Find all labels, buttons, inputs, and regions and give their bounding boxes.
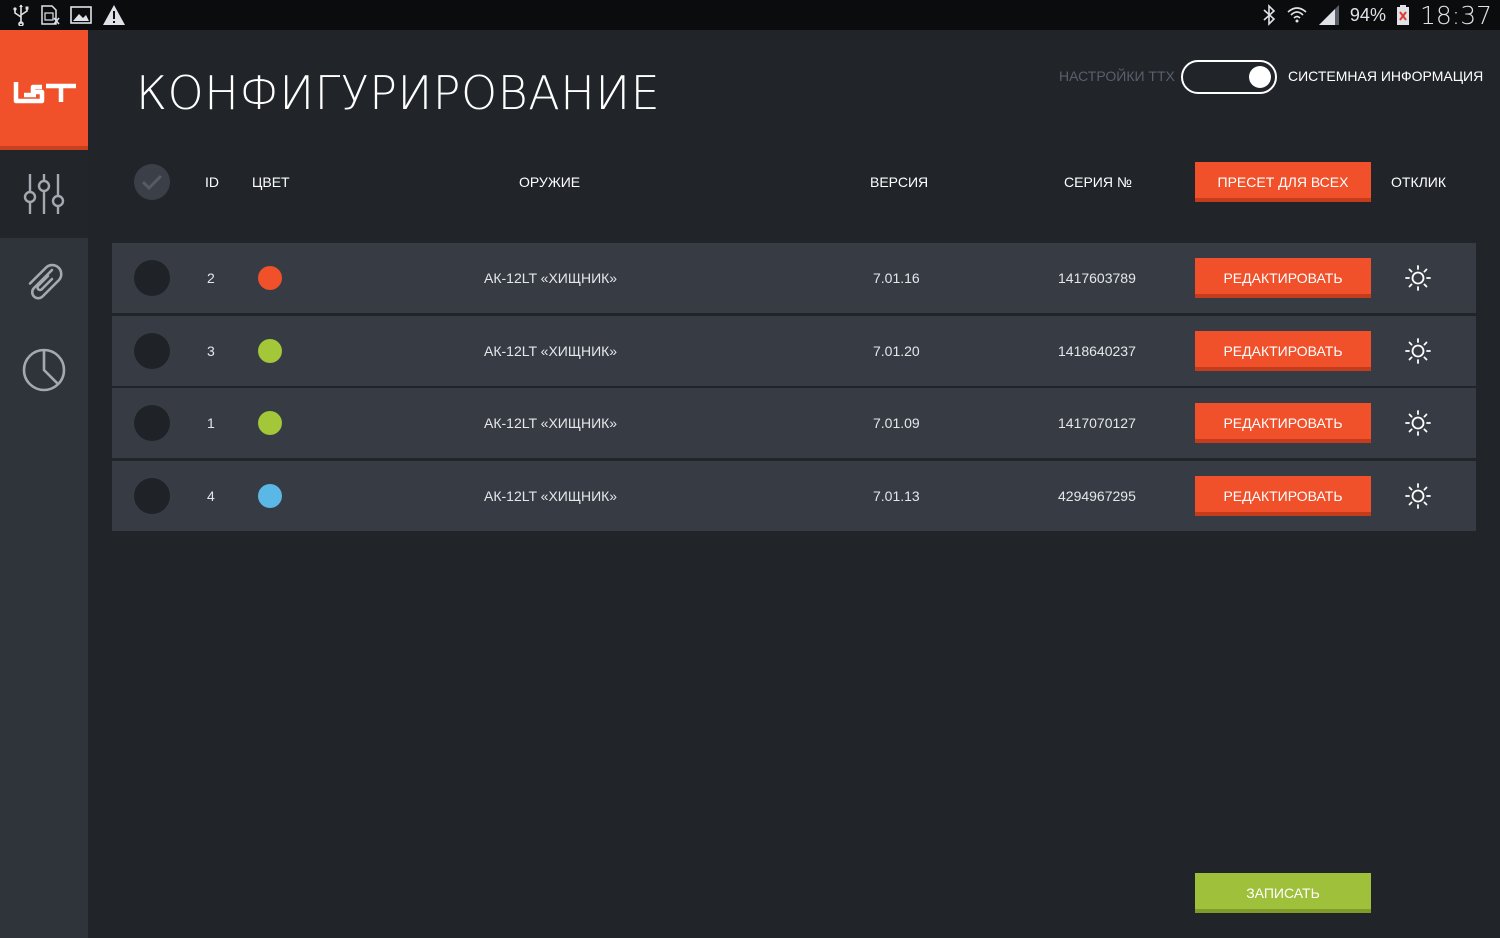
column-header-serial: СЕРИЯ № <box>1064 174 1132 190</box>
battery-percentage: 94% <box>1349 4 1386 25</box>
app-logo[interactable] <box>0 30 88 146</box>
wifi-icon <box>1287 7 1307 23</box>
column-header-response: ОТКЛИК <box>1391 174 1447 190</box>
edit-button[interactable]: РЕДАКТИРОВАТЬ <box>1195 258 1371 298</box>
row-weapon: АК-12LT «ХИЩНИК» <box>484 415 618 431</box>
sun-icon[interactable] <box>1405 483 1431 509</box>
row-color-swatch <box>258 484 282 508</box>
logo-icon <box>13 82 76 104</box>
sun-icon[interactable] <box>1405 265 1431 291</box>
status-bar-notifications <box>12 3 126 27</box>
signal-icon <box>1318 5 1339 25</box>
row-color-swatch <box>258 266 282 290</box>
row-weapon: АК-12LT «ХИЩНИК» <box>484 270 618 286</box>
row-serial: 1417070127 <box>1058 415 1136 431</box>
table-row: 4 АК-12LT «ХИЩНИК» 7.01.13 4294967295 РЕ… <box>112 461 1476 531</box>
mode-label-ttx-settings[interactable]: НАСТРОЙКИ ТТХ <box>1059 68 1175 84</box>
toggle-knob <box>1249 66 1271 88</box>
row-color-swatch <box>258 411 282 435</box>
row-id: 4 <box>207 488 215 504</box>
row-version: 7.01.13 <box>873 488 920 504</box>
row-weapon: АК-12LT «ХИЩНИК» <box>484 343 618 359</box>
select-all-checkbox[interactable] <box>134 164 170 200</box>
page-title: КОНФИГУРИРОВАНИЕ <box>136 66 661 120</box>
preset-for-all-button[interactable]: ПРЕСЕТ ДЛЯ ВСЕХ <box>1195 162 1371 202</box>
paperclip-icon <box>28 263 63 300</box>
column-header-id: ID <box>205 174 219 190</box>
sidebar-item-configuration[interactable] <box>0 150 88 238</box>
battery-icon <box>1396 5 1409 25</box>
column-header-version: ВЕРСИЯ <box>870 174 929 190</box>
table-row: 2 АК-12LT «ХИЩНИК» 7.01.16 1417603789 РЕ… <box>112 243 1476 313</box>
sun-icon[interactable] <box>1405 338 1431 364</box>
mode-label-system-info[interactable]: СИСТЕМНАЯ ИНФОРМАЦИЯ <box>1288 68 1483 84</box>
edit-button[interactable]: РЕДАКТИРОВАТЬ <box>1195 403 1371 443</box>
edit-button[interactable]: РЕДАКТИРОВАТЬ <box>1195 476 1371 516</box>
table-row: 1 АК-12LT «ХИЩНИК» 7.01.09 1417070127 РЕ… <box>112 388 1476 458</box>
mode-toggle[interactable] <box>1181 60 1277 94</box>
column-header-weapon: ОРУЖИЕ <box>519 174 581 190</box>
row-checkbox[interactable] <box>134 333 170 369</box>
clock: 18:37 <box>1419 0 1492 30</box>
row-serial: 1417603789 <box>1058 270 1136 286</box>
row-checkbox[interactable] <box>134 260 170 296</box>
image-icon <box>70 6 92 24</box>
row-id: 2 <box>207 270 215 286</box>
row-id: 1 <box>207 415 215 431</box>
check-icon <box>141 174 163 191</box>
write-button[interactable]: ЗАПИСАТЬ <box>1195 873 1371 913</box>
row-weapon: АК-12LT «ХИЩНИК» <box>484 488 618 504</box>
warning-icon <box>103 5 125 25</box>
row-color-swatch <box>258 339 282 363</box>
sidebar-item-statistics[interactable] <box>0 326 88 414</box>
row-id: 3 <box>207 343 215 359</box>
row-serial: 1418640237 <box>1058 343 1136 359</box>
edit-button[interactable]: РЕДАКТИРОВАТЬ <box>1195 331 1371 371</box>
bluetooth-icon <box>1263 4 1276 26</box>
column-header-color: ЦВЕТ <box>252 174 290 190</box>
sidebar-item-attachments[interactable] <box>0 238 88 326</box>
usb-icon <box>13 4 29 26</box>
sliders-icon <box>23 174 65 214</box>
row-version: 7.01.20 <box>873 343 920 359</box>
row-serial: 4294967295 <box>1058 488 1136 504</box>
row-version: 7.01.16 <box>873 270 920 286</box>
status-bar: 94% 18:37 <box>0 0 1500 30</box>
pie-chart-icon <box>22 348 66 392</box>
sim-icon <box>41 5 60 25</box>
sidebar <box>0 30 88 938</box>
row-version: 7.01.09 <box>873 415 920 431</box>
row-checkbox[interactable] <box>134 478 170 514</box>
status-bar-system: 94% 18:37 <box>1262 0 1492 30</box>
sun-icon[interactable] <box>1405 410 1431 436</box>
table-row: 3 АК-12LT «ХИЩНИК» 7.01.20 1418640237 РЕ… <box>112 316 1476 386</box>
row-checkbox[interactable] <box>134 405 170 441</box>
